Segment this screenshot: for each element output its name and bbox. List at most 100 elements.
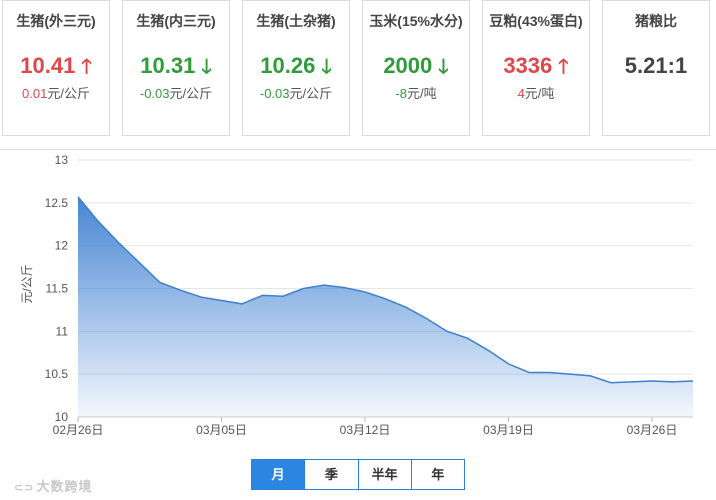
arrow-up-icon: 🡑 — [558, 56, 569, 78]
data-point — [118, 242, 120, 244]
price-card[interactable]: 豆粕(43%蛋白) 3336 🡑 4元/吨 — [482, 0, 590, 136]
data-point — [97, 220, 99, 222]
price-card[interactable]: 玉米(15%水分) 2000 🡓 -8元/吨 — [362, 0, 470, 136]
card-value: 3336 🡑 — [483, 53, 589, 80]
price-card[interactable]: 生猪(外三元) 10.41 🡑 0.01元/公斤 — [2, 0, 110, 136]
card-value-number: 2000 — [383, 53, 433, 78]
data-point — [323, 284, 325, 286]
data-point — [302, 287, 304, 289]
card-change-unit: 元/吨 — [406, 86, 437, 101]
card-change-delta: -0.03 — [259, 86, 290, 101]
data-point — [241, 303, 243, 305]
y-tick-label: 11 — [56, 324, 69, 338]
price-card[interactable]: 生猪(内三元) 10.31 🡓 -0.03元/公斤 — [122, 0, 230, 136]
card-change: 4元/吨 — [483, 86, 589, 102]
chart-panel: 13 12.5 12 11.5 11 10.5 10 02月26日 03月05日 03月12日 0… — [0, 149, 716, 500]
card-change-delta: 4 — [517, 86, 525, 101]
data-point — [343, 286, 345, 288]
data-point — [282, 295, 284, 297]
data-point — [446, 330, 448, 332]
card-value-number: 10.31 — [140, 53, 196, 78]
card-change-unit: 元/吨 — [524, 86, 555, 101]
x-axis-ticks: 02月26日 03月05日 03月12日 03月19日 03月26日 — [53, 416, 693, 437]
arrow-down-icon: 🡓 — [321, 56, 332, 78]
card-title: 豆粕(43%蛋白) — [489, 13, 583, 29]
data-point — [569, 373, 571, 375]
x-tick-label: 03月05日 — [196, 423, 247, 437]
card-title: 生猪(内三元) — [136, 13, 216, 29]
card-value: 5.21:1 — [603, 53, 709, 79]
data-point — [487, 349, 489, 351]
data-point — [405, 306, 407, 308]
data-point — [77, 196, 79, 198]
data-point — [651, 380, 653, 382]
y-tick-label: 10.5 — [45, 367, 69, 381]
data-point — [138, 262, 140, 264]
card-title: 玉米(15%水分) — [369, 13, 463, 29]
card-value-number: 3336 — [503, 53, 553, 78]
data-point — [466, 337, 468, 339]
data-point — [200, 296, 202, 298]
data-point — [384, 298, 386, 300]
data-point — [364, 291, 366, 293]
tab-year[interactable]: 年 — [410, 460, 464, 489]
tab-month[interactable]: 月 — [252, 460, 305, 489]
series-area — [77, 196, 694, 417]
watermark-text: 大数跨境 — [36, 479, 93, 494]
y-tick-label: 12 — [55, 239, 69, 253]
tab-half-year[interactable]: 半年 — [357, 460, 411, 489]
card-change: 0.01元/公斤 — [3, 86, 109, 102]
data-point — [610, 382, 612, 384]
arrow-down-icon: 🡓 — [201, 56, 212, 78]
period-tabs: 月 季 半年 年 — [251, 459, 465, 490]
price-card[interactable]: 猪粮比 5.21:1 — [602, 0, 710, 136]
x-tick-label: 03月19日 — [483, 423, 534, 437]
card-value-number: 10.26 — [260, 53, 316, 78]
price-card[interactable]: 生猪(土杂猪) 10.26 🡓 -0.03元/公斤 — [242, 0, 350, 136]
card-change-delta: 0.01 — [22, 86, 48, 101]
card-change-unit: 元/公斤 — [47, 86, 90, 101]
y-tick-label: 11.5 — [46, 282, 69, 296]
y-tick-label: 12.5 — [45, 196, 69, 210]
arrow-down-icon: 🡓 — [438, 56, 449, 78]
data-point — [528, 371, 530, 373]
data-point — [261, 294, 263, 296]
y-axis-ticks: 13 12.5 12 11.5 11 10.5 10 — [45, 153, 69, 424]
card-change-delta: -0.03 — [139, 86, 170, 101]
x-tick-label: 03月12日 — [340, 423, 391, 437]
data-point — [220, 299, 222, 301]
card-value-number: 10.41 — [20, 53, 76, 78]
x-tick-label: 02月26日 — [53, 423, 104, 437]
watermark: ⊂⊃ 大数跨境 — [14, 476, 92, 495]
card-change: -8元/吨 — [363, 86, 469, 102]
card-title: 生猪(土杂猪) — [256, 13, 336, 29]
data-point — [548, 371, 550, 373]
y-tick-label: 13 — [55, 153, 69, 167]
arrow-up-icon: 🡑 — [81, 56, 92, 78]
card-value: 10.26 🡓 — [243, 53, 349, 80]
card-value: 10.41 🡑 — [3, 53, 109, 80]
y-tick-label: 10 — [55, 410, 69, 424]
x-tick-label: 03月26日 — [627, 423, 678, 437]
data-point — [692, 380, 694, 382]
data-point — [179, 289, 181, 291]
card-value: 10.31 🡓 — [123, 53, 229, 80]
card-value-number: 5.21:1 — [624, 53, 688, 78]
data-point — [630, 381, 632, 383]
card-change-unit: 元/公斤 — [169, 86, 213, 101]
data-point — [425, 317, 427, 319]
price-cards: 生猪(外三元) 10.41 🡑 0.01元/公斤 生猪(内三元) 10.31 🡓 -… — [0, 0, 716, 150]
card-change-delta: -8 — [395, 86, 407, 101]
data-point — [671, 381, 673, 383]
card-change: -0.03元/公斤 — [243, 86, 349, 102]
data-point — [159, 281, 161, 283]
y-axis-label: 元/公斤 — [20, 264, 34, 303]
tab-quarter[interactable]: 季 — [304, 460, 358, 489]
card-change-unit: 元/公斤 — [289, 86, 333, 101]
watermark-logo-icon: ⊂⊃ — [14, 482, 35, 494]
data-point — [507, 363, 509, 365]
card-title: 猪粮比 — [635, 13, 677, 29]
card-change: -0.03元/公斤 — [123, 86, 229, 102]
card-value: 2000 🡓 — [363, 53, 469, 80]
price-trend-chart: 1312.51211.51110.510 02月26日 03月05日 03月12日 0… — [20, 153, 694, 437]
